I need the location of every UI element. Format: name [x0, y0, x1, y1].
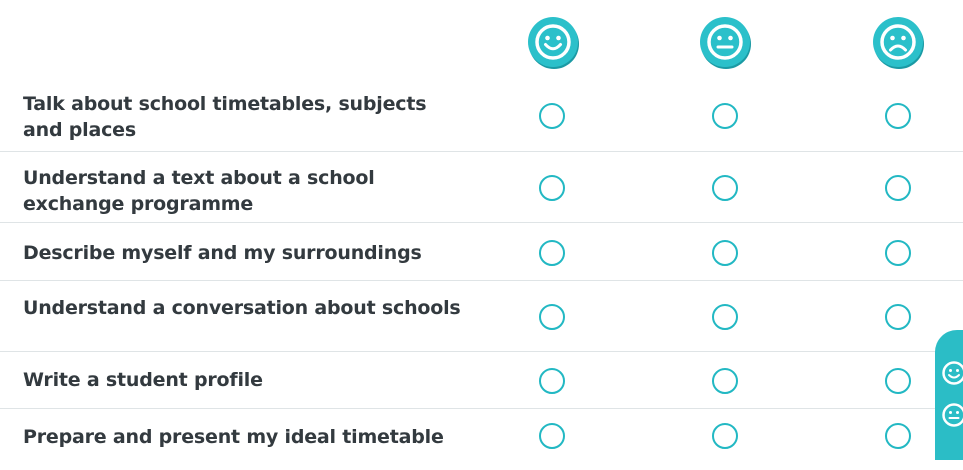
radio-neutral[interactable] — [712, 304, 738, 330]
list-item: Describe myself and my surroundings — [0, 224, 963, 281]
radio-happy[interactable] — [539, 423, 565, 449]
row-label: Talk about school timetables, subjects a… — [23, 91, 463, 143]
radio-neutral[interactable] — [712, 103, 738, 129]
list-item: Write a student profile — [0, 353, 963, 409]
neutral-face-icon — [941, 402, 963, 428]
radio-sad[interactable] — [885, 240, 911, 266]
sad-face-icon — [871, 14, 927, 72]
radio-neutral[interactable] — [712, 240, 738, 266]
list-item: Understand a conversation about schools — [0, 282, 963, 352]
row-label: Understand a conversation about schools — [23, 295, 463, 321]
radio-neutral[interactable] — [712, 368, 738, 394]
rating-header — [0, 14, 963, 72]
happy-face-icon — [526, 14, 582, 72]
row-label: Prepare and present my ideal timetable — [23, 424, 463, 450]
radio-happy[interactable] — [539, 175, 565, 201]
radio-sad[interactable] — [885, 304, 911, 330]
radio-happy[interactable] — [539, 368, 565, 394]
radio-neutral[interactable] — [712, 175, 738, 201]
radio-sad[interactable] — [885, 175, 911, 201]
row-label: Describe myself and my surroundings — [23, 240, 463, 266]
side-rating-tab[interactable] — [935, 330, 963, 460]
radio-sad[interactable] — [885, 423, 911, 449]
radio-sad[interactable] — [885, 103, 911, 129]
row-label: Write a student profile — [23, 367, 463, 393]
radio-happy[interactable] — [539, 240, 565, 266]
happy-face-icon — [941, 360, 963, 386]
radio-sad[interactable] — [885, 368, 911, 394]
radio-happy[interactable] — [539, 304, 565, 330]
list-item: Prepare and present my ideal timetable — [0, 410, 963, 470]
radio-happy[interactable] — [539, 103, 565, 129]
neutral-face-icon — [698, 14, 754, 72]
radio-neutral[interactable] — [712, 423, 738, 449]
list-item: Talk about school timetables, subjects a… — [0, 83, 963, 152]
row-label: Understand a text about a school exchang… — [23, 165, 463, 217]
list-item: Understand a text about a school exchang… — [0, 153, 963, 223]
